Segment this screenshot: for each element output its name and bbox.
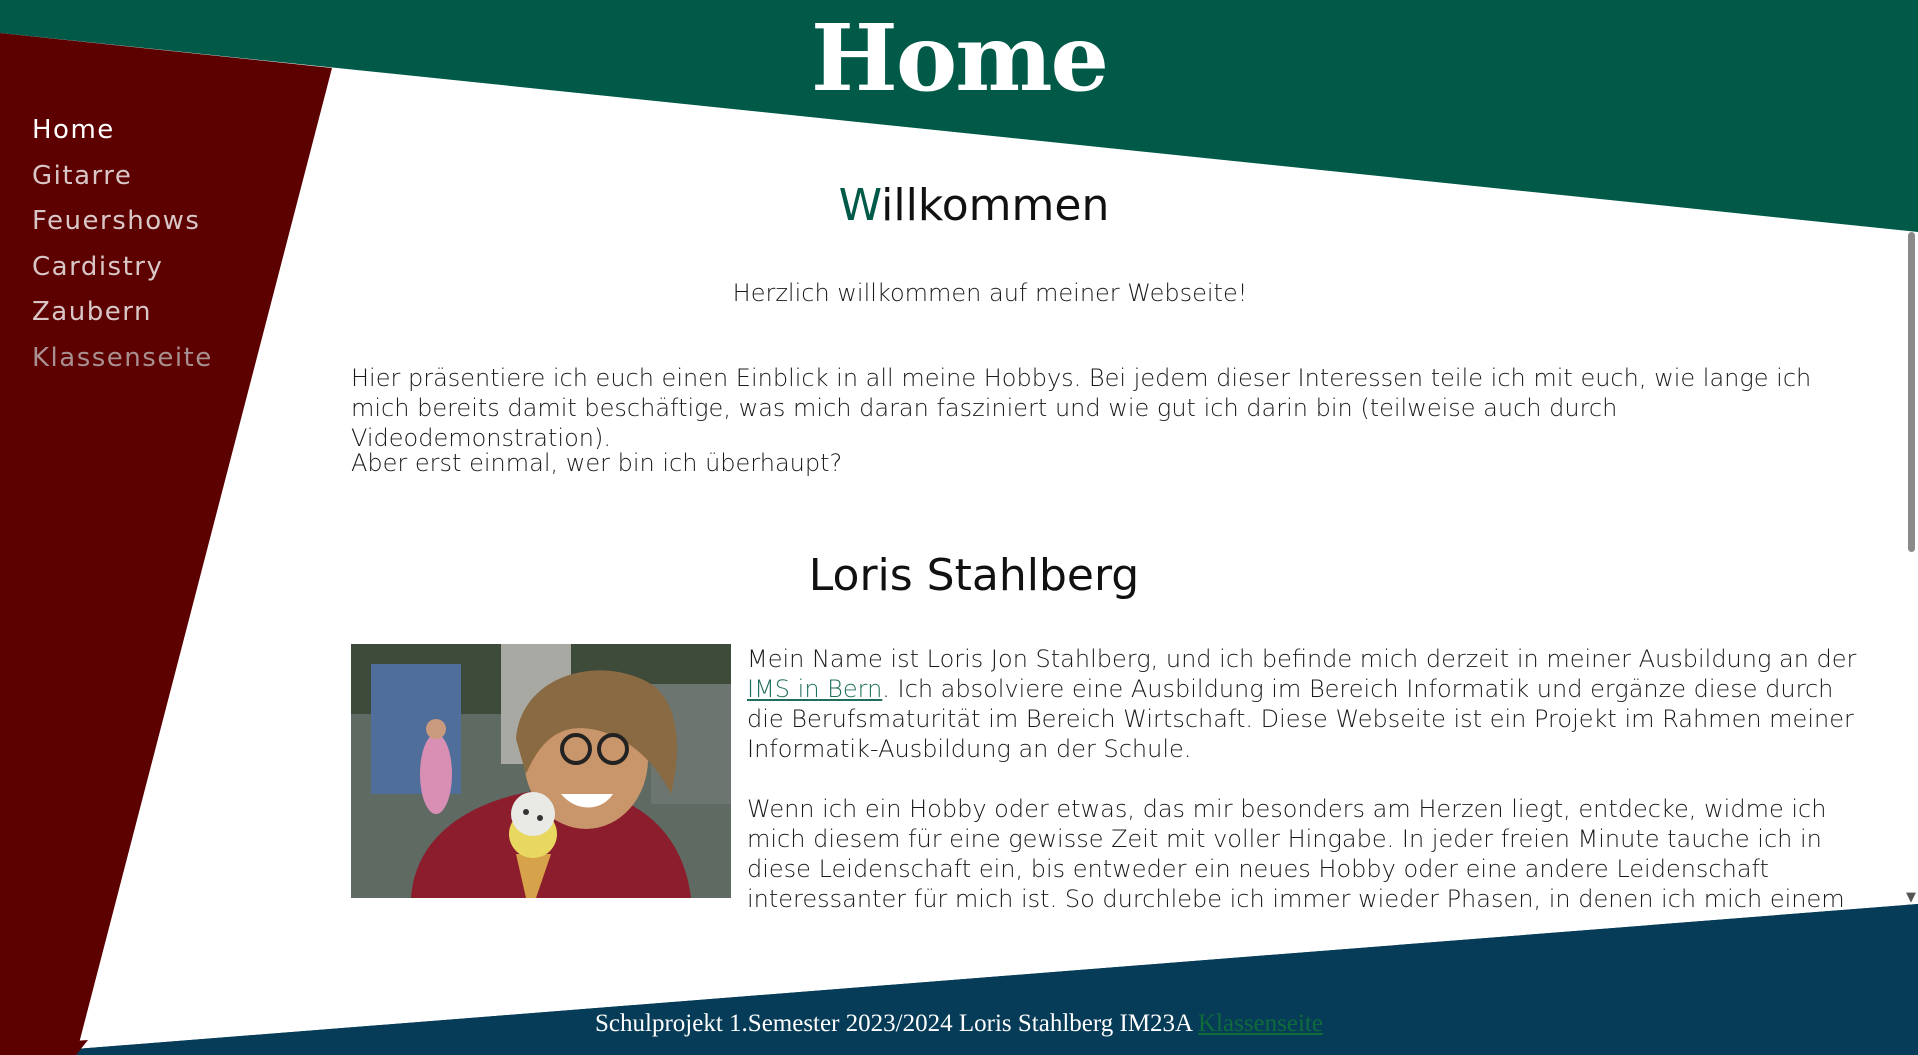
profile-photo: [351, 644, 731, 898]
intro-paragraph: Hier präsentiere ich euch einen Einblick…: [351, 364, 1812, 452]
bio-text-start: Mein Name ist Loris Jon Stahlberg, und i…: [747, 645, 1857, 673]
welcome-heading-accent: W: [838, 180, 882, 231]
scrollbar-thumb[interactable]: [1908, 232, 1915, 552]
scroll-down-arrow-icon[interactable]: ▼: [1906, 890, 1916, 905]
ims-bern-link[interactable]: IMS in Bern: [747, 675, 882, 703]
scrollbar[interactable]: ▼: [1904, 232, 1918, 905]
main-navigation: Home Gitarre Feuershows Cardistry Zauber…: [32, 108, 213, 381]
welcome-heading-rest: illkommen: [881, 180, 1110, 231]
nav-item-home[interactable]: Home: [32, 108, 213, 154]
nav-item-gitarre[interactable]: Gitarre: [32, 154, 213, 200]
question-text: Aber erst einmal, wer bin ich überhaupt?: [351, 449, 843, 477]
nav-item-zaubern[interactable]: Zaubern: [32, 290, 213, 336]
nav-item-klassenseite[interactable]: Klassenseite: [32, 336, 213, 382]
bio-paragraph: Mein Name ist Loris Jon Stahlberg, und i…: [747, 644, 1871, 764]
footer-klassenseite-link[interactable]: Klassenseite: [1198, 1010, 1323, 1037]
welcome-text: Herzlich willkommen auf meiner Webseite!: [732, 279, 1248, 307]
nav-item-feuershows[interactable]: Feuershows: [32, 199, 213, 245]
page-footer: Schulprojekt 1.Semester 2023/2024 Loris …: [0, 1010, 1918, 1038]
bio-text-end: . Ich absolviere eine Ausbildung im Bere…: [747, 675, 1854, 763]
main-content: Willkommen Herzlich willkommen auf meine…: [351, 160, 1871, 915]
welcome-heading: Willkommen: [351, 180, 1597, 231]
nav-item-cardistry[interactable]: Cardistry: [32, 245, 213, 291]
page-title: Home: [810, 4, 1109, 112]
footer-text: Schulprojekt 1.Semester 2023/2024 Loris …: [595, 1010, 1198, 1037]
name-heading: Loris Stahlberg: [808, 550, 1140, 601]
hobby-paragraph: Wenn ich ein Hobby oder etwas, das mir b…: [747, 795, 1845, 913]
